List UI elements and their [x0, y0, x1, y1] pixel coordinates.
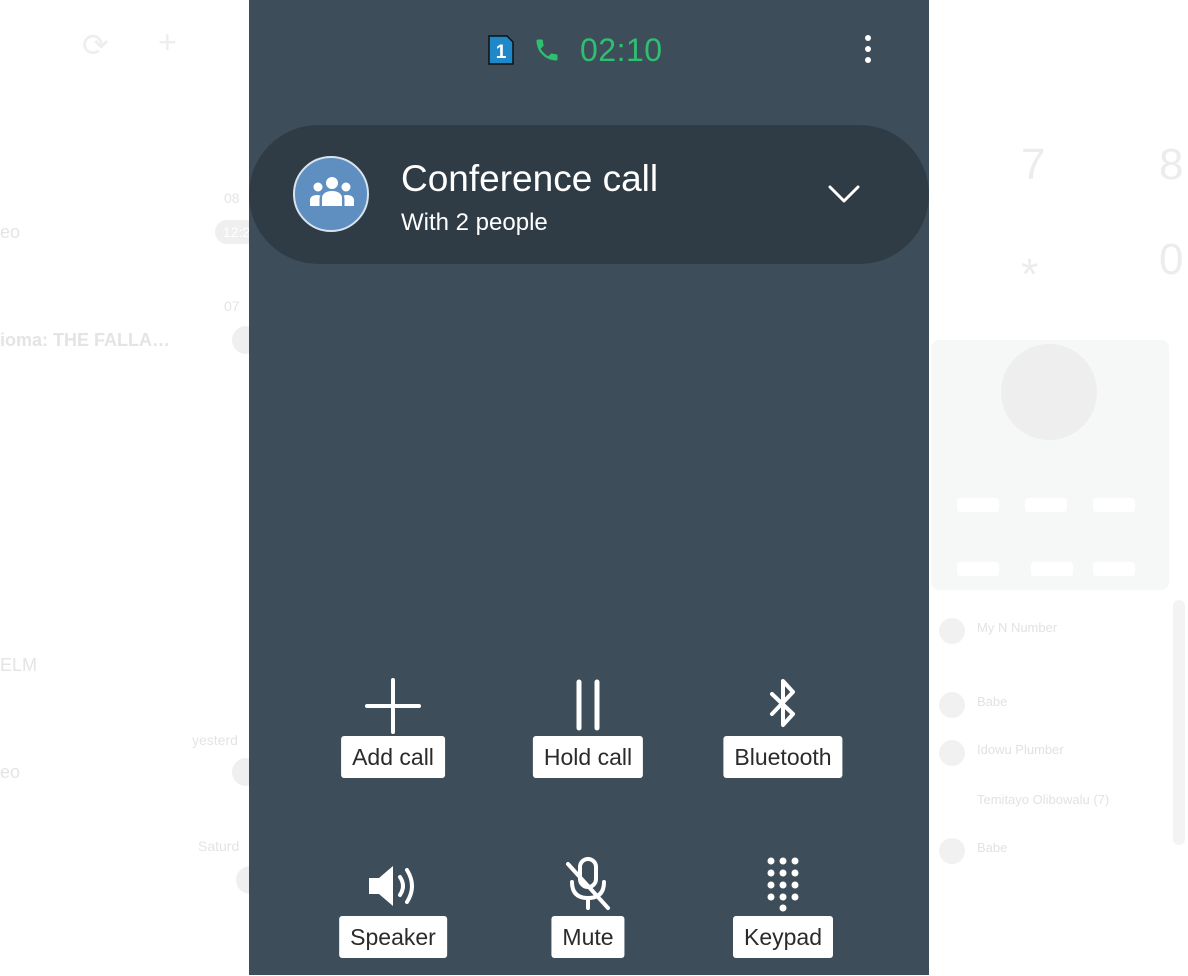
more-options-button[interactable] [855, 32, 881, 68]
keypad-icon [753, 856, 813, 916]
speaker-label: Speaker [339, 916, 447, 958]
bg-contact-avatar [939, 740, 965, 766]
bg-digit: 7 [1021, 140, 1046, 189]
bg-contact-avatar [939, 618, 965, 644]
bg-digit: * [1021, 250, 1039, 299]
bg-time: yesterd [192, 732, 238, 748]
hold-call-button[interactable]: Hold call [498, 676, 678, 796]
bg-digit: 8 [1159, 140, 1184, 189]
speaker-button[interactable]: Speaker [303, 856, 483, 976]
bg-contact: Temitayo Olibowalu (7) [977, 792, 1110, 807]
bg-time: 07 [224, 298, 240, 314]
bg-mini-button [1093, 562, 1135, 576]
bg-text: eo [0, 762, 21, 782]
bg-mini-button [1031, 562, 1073, 576]
bg-contact-avatar [939, 838, 965, 864]
bg-mini-avatar [1001, 344, 1097, 440]
bg-contact: My N Number [977, 620, 1058, 635]
sim-label: 1 [496, 42, 507, 63]
background-app-left: ⟳ + 08 12:2 eo 07 ioma: THE FALLA… ELM y… [0, 0, 264, 975]
group-icon [310, 177, 354, 206]
keypad-button[interactable]: Keypad [693, 856, 873, 976]
add-call-button[interactable]: Add call [303, 676, 483, 796]
bg-text: ioma: THE FALLA… [0, 330, 170, 350]
add-call-label: Add call [341, 736, 445, 778]
bg-time: Saturd [198, 838, 240, 854]
pause-icon [558, 676, 618, 736]
refresh-icon: ⟳ [82, 27, 109, 63]
bg-scrollbar [1173, 600, 1185, 845]
keypad-label: Keypad [732, 916, 834, 958]
bg-text: ELM [0, 655, 38, 675]
bg-contact: Idowu Plumber [977, 742, 1064, 757]
conference-call-card[interactable]: Conference call With 2 people [249, 125, 929, 264]
mute-button[interactable]: Mute [498, 856, 678, 976]
bg-contact: Babe [977, 694, 1008, 709]
add-icon: + [158, 24, 177, 60]
in-call-screen: 1 02:10 Conference call With 2 people Ad… [249, 0, 929, 975]
sim-card-icon: 1 [487, 34, 515, 66]
phone-icon [533, 36, 561, 64]
bluetooth-label: Bluetooth [723, 736, 843, 778]
group-avatar [293, 156, 369, 232]
bg-text: eo [0, 222, 21, 242]
bg-mini-call-card [931, 340, 1169, 590]
bg-mini-button [957, 562, 999, 576]
bg-mini-button [957, 498, 999, 512]
bluetooth-button[interactable]: Bluetooth [693, 676, 873, 796]
call-timer: 02:10 [580, 32, 663, 68]
bg-mini-button [1025, 498, 1067, 512]
bg-contact: Babe [977, 840, 1008, 855]
chevron-down-icon[interactable] [827, 183, 861, 205]
speaker-icon [363, 856, 423, 916]
bg-digit: 0 [1159, 235, 1184, 284]
bg-mini-button [1093, 498, 1135, 512]
conference-title: Conference call [401, 158, 659, 199]
hold-call-label: Hold call [532, 736, 644, 778]
call-status-bar: 1 02:10 [249, 30, 929, 70]
background-app-right: 7 8 * 0 My N Number Babe Idowu Plumber T… [929, 0, 1188, 975]
bluetooth-icon [753, 676, 813, 736]
mic-off-icon [558, 856, 618, 916]
mute-label: Mute [551, 916, 625, 958]
bg-contact-avatar [939, 692, 965, 718]
more-options-icon [865, 35, 871, 41]
bg-time: 08 [224, 190, 240, 206]
participant-count: With 2 people [401, 209, 548, 236]
plus-icon [363, 676, 423, 736]
